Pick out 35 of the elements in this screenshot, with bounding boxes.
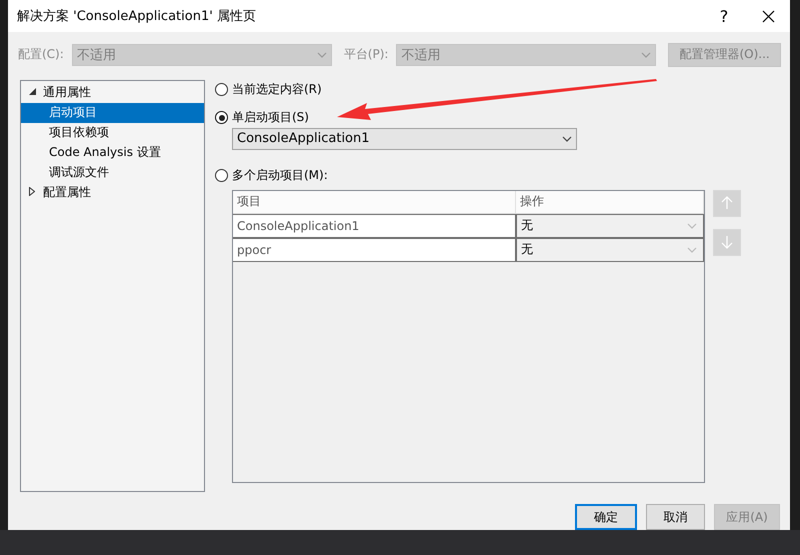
dialog-button[interactable]: 取消: [646, 504, 705, 530]
collapsed-icon[interactable]: [29, 187, 35, 196]
expanded-icon[interactable]: [29, 88, 36, 96]
chevron-icon: [316, 52, 327, 58]
chevron-icon: [687, 222, 697, 229]
tree-item[interactable]: 调试源文件: [21, 162, 204, 183]
radio-label[interactable]: 当前选定内容(R): [232, 81, 322, 98]
radio-label[interactable]: 单启动项目(S): [232, 109, 309, 126]
up-arrow-icon: [721, 196, 733, 210]
field-label: 平台(P):: [344, 46, 388, 64]
dialog-button[interactable]: 确定: [575, 504, 637, 530]
column-header: 操作: [516, 190, 704, 214]
action-dropdown[interactable]: 无: [516, 214, 704, 238]
window-title: 解决方案 'ConsoleApplication1' 属性页: [17, 8, 257, 25]
tree-item[interactable]: 项目依赖项: [21, 122, 204, 143]
action-dropdown[interactable]: 无: [516, 238, 704, 262]
chevron-icon: [687, 246, 697, 253]
table-cell: ConsoleApplication1: [233, 214, 516, 238]
chevron-icon: [641, 52, 652, 58]
startup-project-dropdown[interactable]: ConsoleApplication1: [232, 128, 577, 150]
close-icon: [762, 10, 774, 22]
radio-button[interactable]: [215, 83, 228, 96]
tree-item[interactable]: 配置属性: [21, 182, 204, 203]
down-arrow-icon: [721, 235, 733, 250]
chevron-icon: [562, 136, 572, 142]
help-button[interactable]: ?: [702, 0, 746, 32]
tree-item[interactable]: 启动项目: [21, 102, 204, 123]
radio-label[interactable]: 多个启动项目(M):: [232, 167, 328, 184]
radio-button[interactable]: [215, 169, 228, 182]
column-header: 项目: [233, 190, 516, 214]
tree-item[interactable]: 通用属性: [21, 82, 204, 103]
table-cell: ppocr: [233, 238, 516, 262]
radio-button[interactable]: [215, 111, 228, 124]
tree-item[interactable]: Code Analysis 设置: [21, 142, 204, 163]
field-label: 配置(C):: [18, 46, 64, 64]
